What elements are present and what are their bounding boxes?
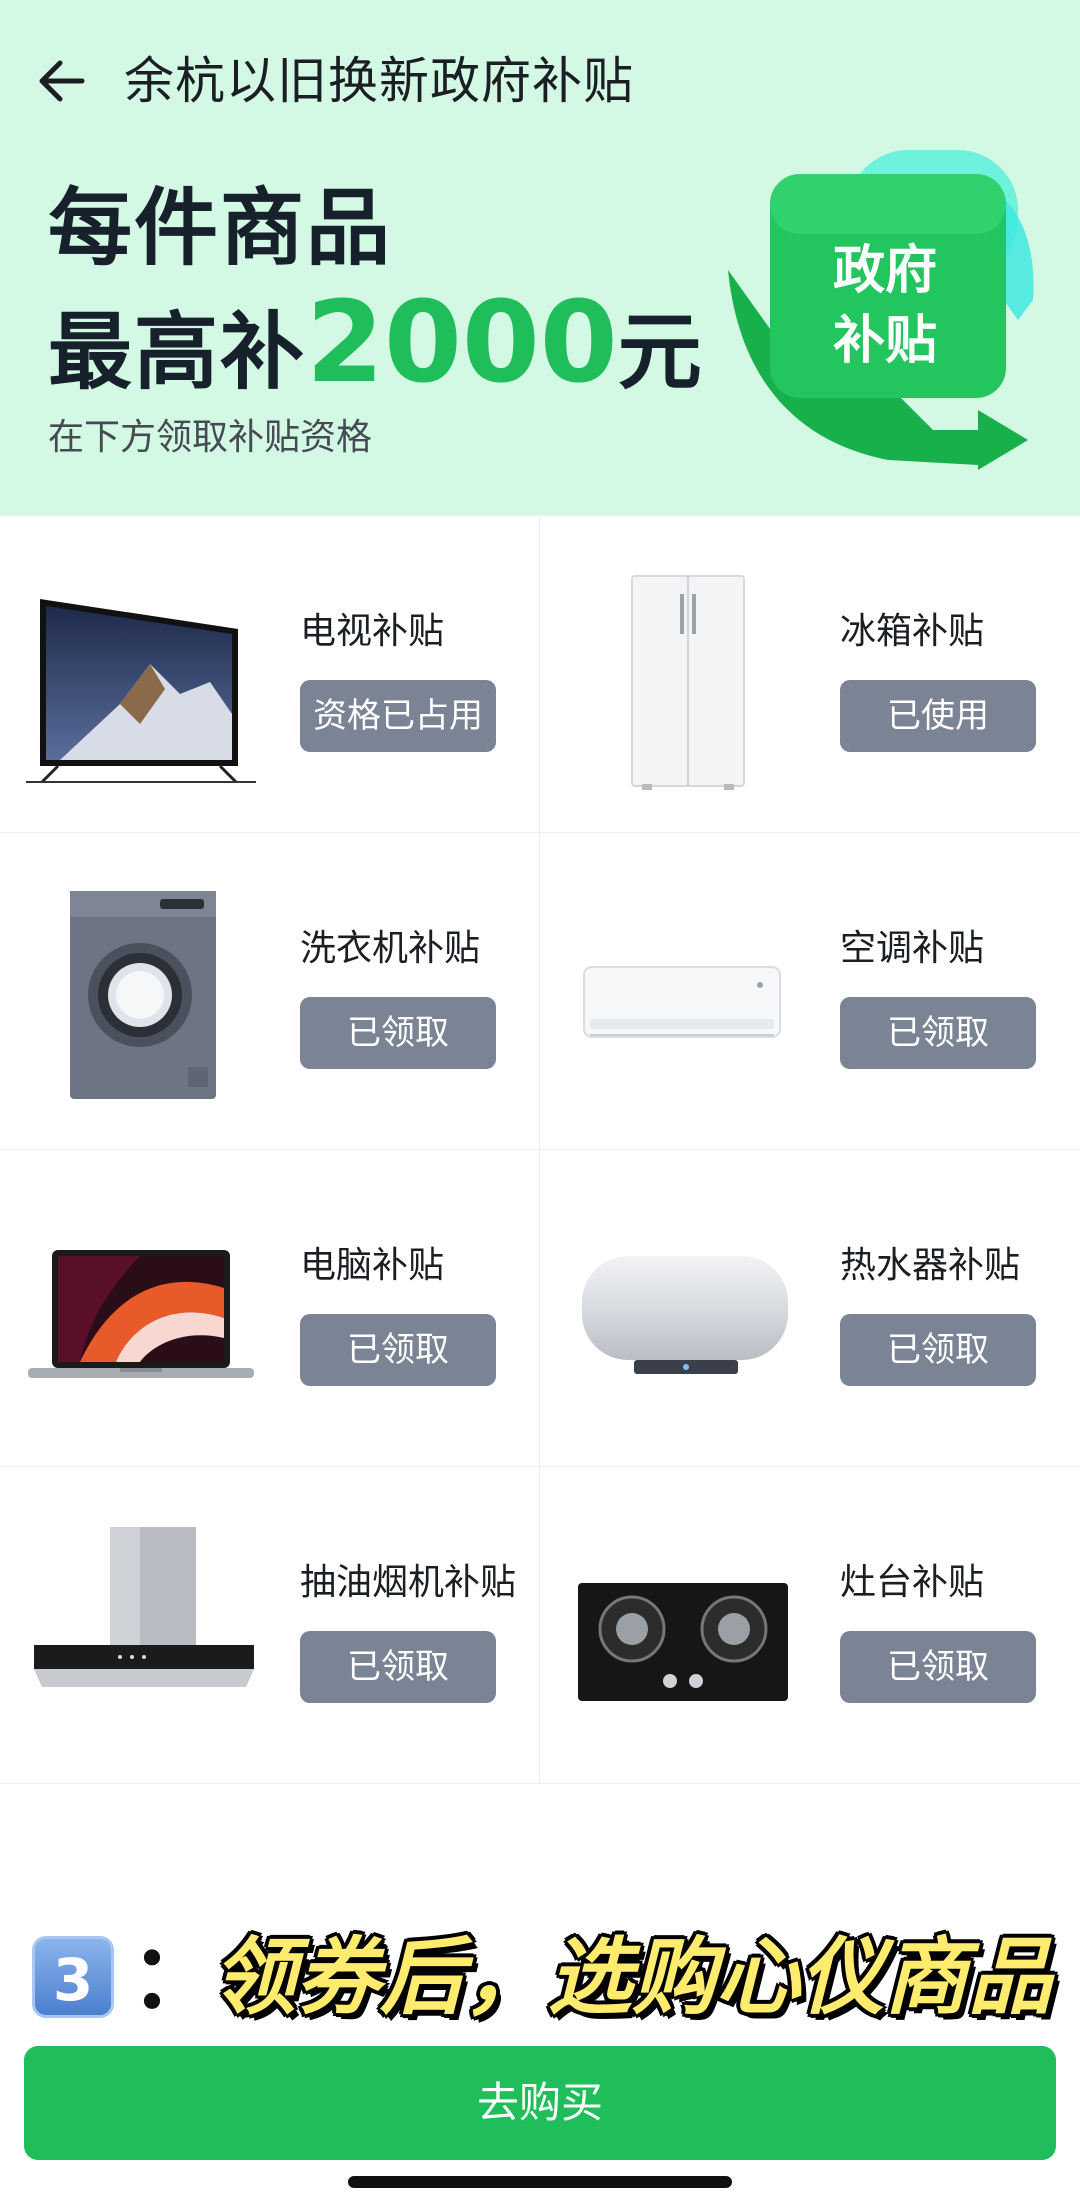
hero-amount: 2000 (306, 278, 618, 408)
badge-line1: 政府 (832, 241, 937, 301)
card-title: 洗衣机补贴 (300, 928, 481, 969)
subsidy-card-gas-stove[interactable]: 灶台补贴 已领取 (540, 1467, 1080, 1783)
status-button[interactable]: 已领取 (300, 1631, 496, 1703)
washing-machine-icon (70, 891, 216, 1099)
subsidy-card-range-hood[interactable]: 抽油烟机补贴 已领取 (0, 1467, 540, 1783)
status-button[interactable]: 已使用 (840, 680, 1036, 752)
status-button[interactable]: 已领取 (300, 1314, 496, 1386)
step-caption: 3 ： 领券后，选购心仪商品 (32, 1922, 1072, 2042)
gas-stove-icon (578, 1583, 788, 1701)
subsidy-grid: 电视补贴 资格已占用 冰箱补贴 已使用 洗衣机补贴 已领取 空调补贴 已领取 电… (0, 515, 1080, 1784)
grid-row: 电脑补贴 已领取 热水器补贴 已领取 (0, 1150, 1080, 1467)
card-title: 电脑补贴 (300, 1245, 445, 1286)
range-hood-icon (34, 1527, 254, 1687)
card-title: 空调补贴 (840, 928, 985, 969)
status-button[interactable]: 已领取 (300, 997, 496, 1069)
laptop-icon (28, 1250, 254, 1378)
header-banner: 余杭以旧换新政府补贴 每件商品 最高补2000元 在下方领取补贴资格 政府 补贴 (0, 0, 1080, 515)
badge-text: 政府 补贴 (770, 236, 1000, 376)
water-heater-icon (582, 1256, 788, 1374)
card-title: 电视补贴 (300, 611, 445, 652)
hero-prefix: 最高补 (48, 303, 307, 401)
subsidy-card-tv[interactable]: 电视补贴 资格已占用 (0, 516, 540, 832)
grid-row: 电视补贴 资格已占用 冰箱补贴 已使用 (0, 516, 1080, 833)
card-title: 灶台补贴 (840, 1562, 985, 1603)
status-button[interactable]: 已领取 (840, 1314, 1036, 1386)
arrow-left-icon[interactable] (30, 48, 96, 114)
grid-row: 抽油烟机补贴 已领取 灶台补贴 已领取 (0, 1467, 1080, 1784)
status-button[interactable]: 已领取 (840, 997, 1036, 1069)
fridge-icon (631, 575, 745, 790)
subsidy-card-washing-machine[interactable]: 洗衣机补贴 已领取 (0, 833, 540, 1149)
hero-headline-line1: 每件商品 (48, 179, 393, 277)
hero-suffix: 元 (617, 303, 704, 401)
hero-headline-line2: 最高补2000元 (48, 287, 704, 407)
page-title: 余杭以旧换新政府补贴 (124, 52, 634, 110)
subsidy-card-air-conditioner[interactable]: 空调补贴 已领取 (540, 833, 1080, 1149)
step-number-badge: 3 (32, 1936, 114, 2018)
card-title: 抽油烟机补贴 (300, 1562, 517, 1603)
air-conditioner-icon (583, 966, 781, 1038)
tv-icon (26, 599, 256, 784)
status-button[interactable]: 资格已占用 (300, 680, 496, 752)
buy-button[interactable]: 去购买 (24, 2046, 1056, 2160)
grid-row: 洗衣机补贴 已领取 空调补贴 已领取 (0, 833, 1080, 1150)
card-title: 热水器补贴 (840, 1245, 1021, 1286)
hero-subtitle: 在下方领取补贴资格 (48, 417, 373, 458)
home-indicator (348, 2176, 732, 2188)
subsidy-card-laptop[interactable]: 电脑补贴 已领取 (0, 1150, 540, 1466)
caption-colon: ： (130, 1925, 219, 2028)
badge-line2: 补贴 (832, 311, 937, 371)
nav-bar: 余杭以旧换新政府补贴 (0, 30, 1080, 130)
status-button[interactable]: 已领取 (840, 1631, 1036, 1703)
caption-text: 领券后，选购心仪商品 (212, 1928, 1053, 2026)
subsidy-card-water-heater[interactable]: 热水器补贴 已领取 (540, 1150, 1080, 1466)
subsidy-card-fridge[interactable]: 冰箱补贴 已使用 (540, 516, 1080, 832)
card-title: 冰箱补贴 (840, 611, 985, 652)
